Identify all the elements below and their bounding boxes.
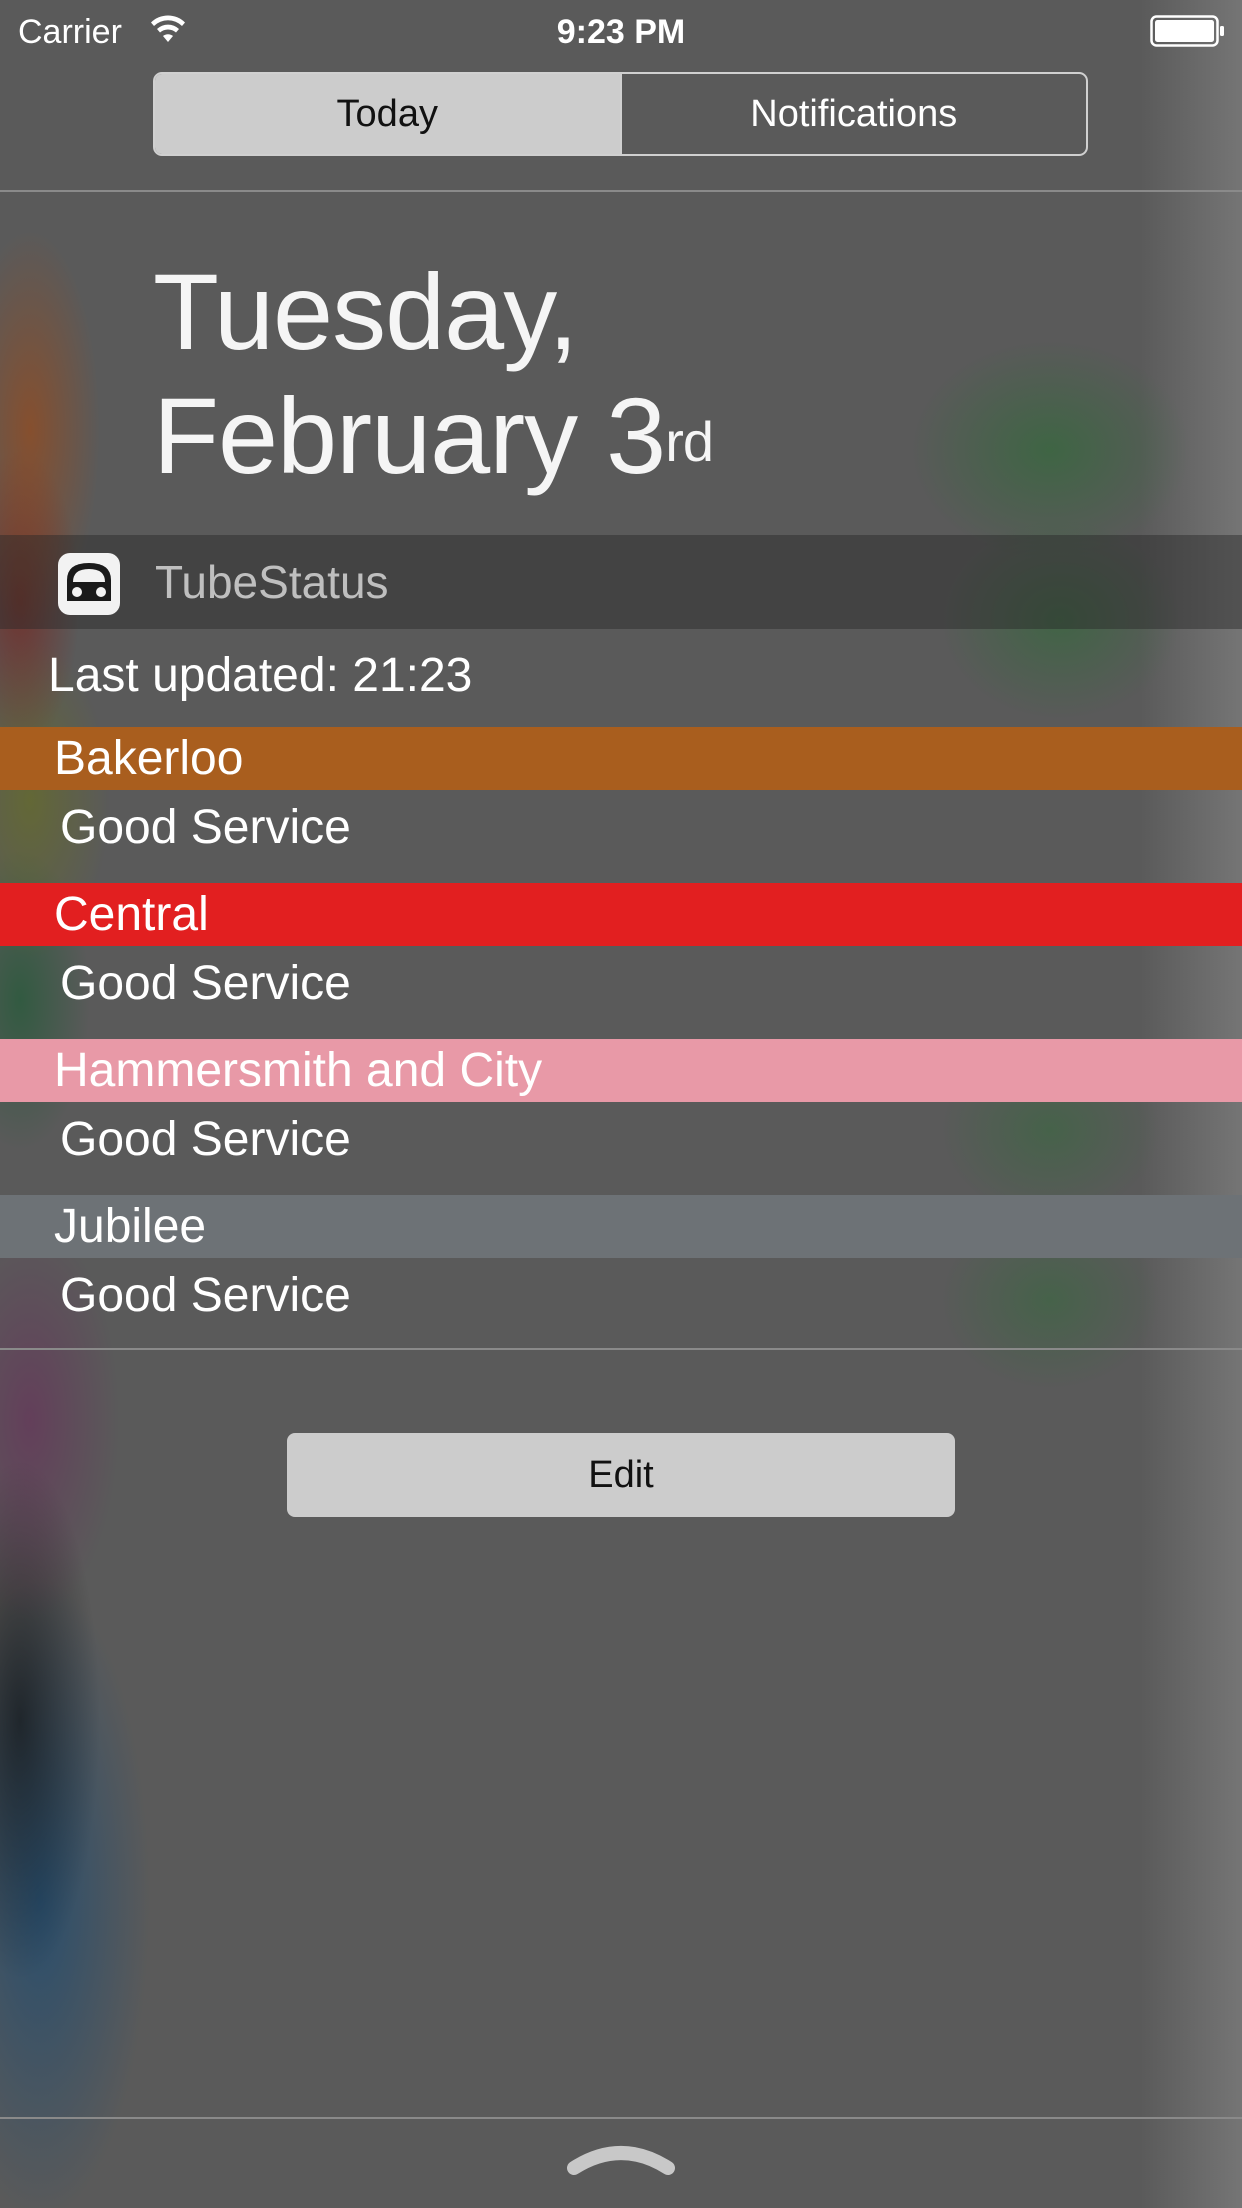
line-band-jubilee[interactable]: Jubilee [0,1195,1242,1258]
divider [0,190,1242,192]
tab-notifications[interactable]: Notifications [619,74,1087,154]
line-status: Good Service [60,1113,351,1166]
date-heading: Tuesday, February 3rd [153,250,714,498]
notification-center: Carrier 9:23 PM Today Notifications Tues… [0,0,1242,2208]
line-name: Bakerloo [54,732,244,785]
line-name: Hammersmith and City [54,1044,543,1097]
date-day: February 3rd [153,374,714,498]
tube-train-icon [58,553,120,615]
view-segmented-control: Today Notifications [153,72,1088,156]
line-band-bakerloo[interactable]: Bakerloo [0,727,1242,790]
tab-today[interactable]: Today [155,74,620,154]
last-updated-label: Last updated: 21:23 [48,649,473,702]
line-name: Jubilee [54,1200,207,1253]
date-month-day: February 3 [153,375,666,496]
line-status: Good Service [60,957,351,1010]
line-status: Good Service [60,801,351,854]
divider [0,2117,1242,2119]
line-band-hammersmith-and-city[interactable]: Hammersmith and City [0,1039,1242,1102]
widget-header[interactable]: TubeStatus [0,535,1242,629]
battery-icon [1150,15,1224,47]
line-name: Central [54,888,209,941]
status-time: 9:23 PM [556,13,686,51]
widget-app-name: TubeStatus [155,556,389,608]
divider [0,1348,1242,1350]
line-status: Good Service [60,1269,351,1322]
line-band-central[interactable]: Central [0,883,1242,946]
date-ordinal-suffix: rd [665,410,714,473]
edit-button[interactable]: Edit [287,1433,955,1517]
date-weekday: Tuesday, [153,251,578,372]
pull-up-handle-icon[interactable] [566,2140,676,2176]
